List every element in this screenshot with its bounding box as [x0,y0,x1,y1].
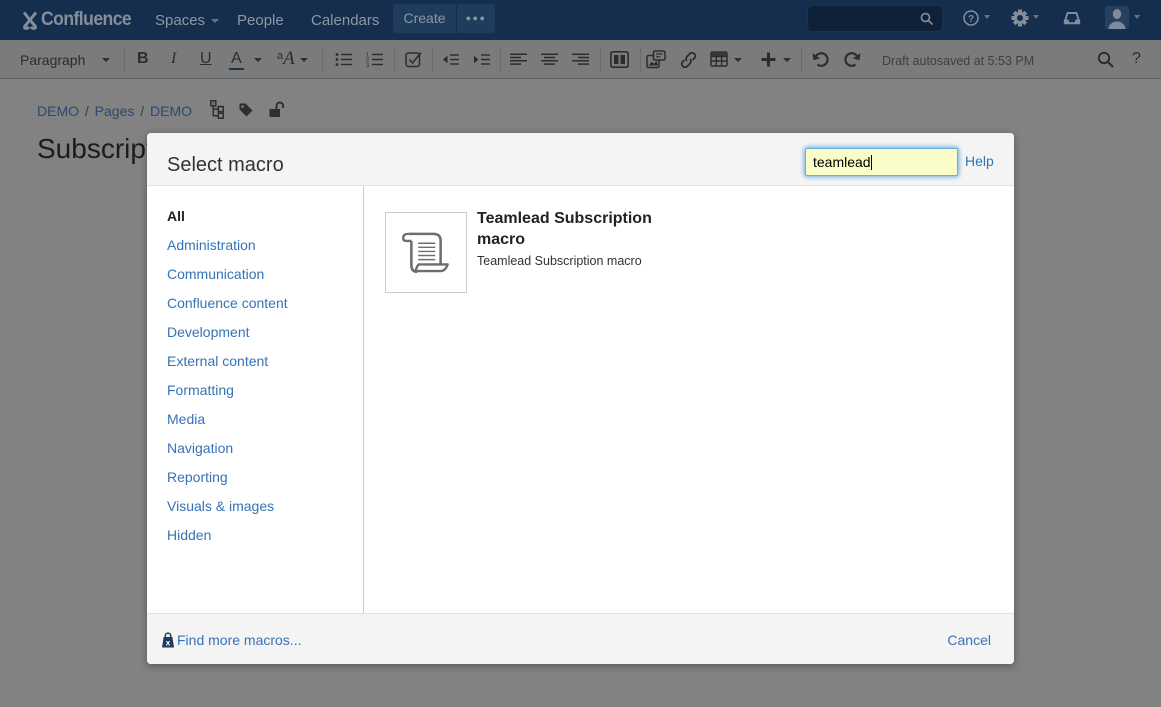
svg-text:3: 3 [366,63,369,67]
svg-text:?: ? [968,14,974,25]
svg-text:x: x [166,638,171,648]
